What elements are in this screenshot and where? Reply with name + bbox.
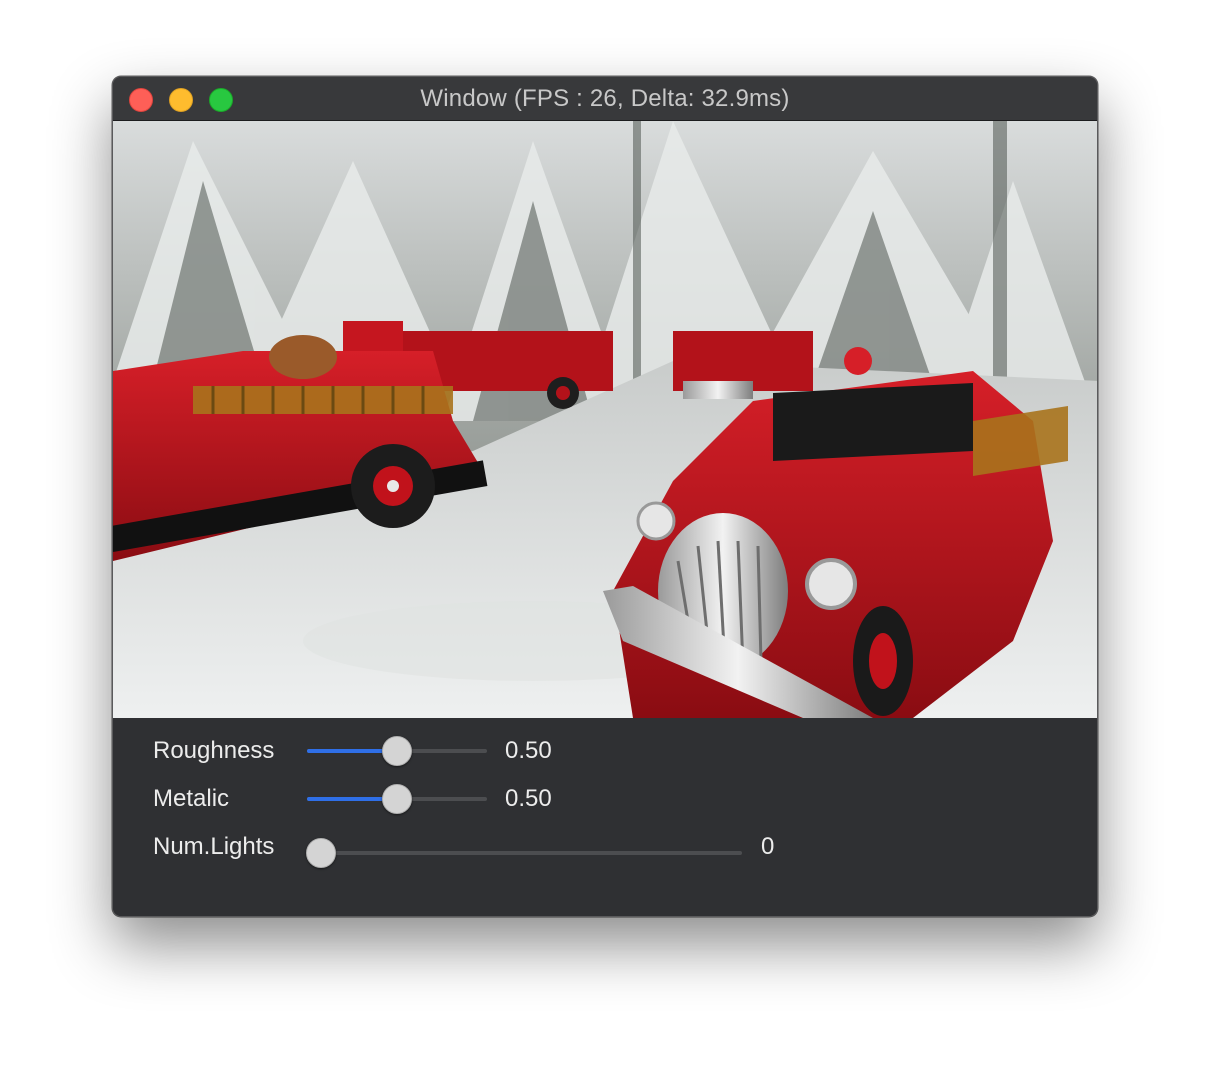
window-title: Window (FPS : 26, Delta: 32.9ms) — [420, 85, 790, 112]
num-lights-label: Num.Lights — [153, 833, 275, 860]
num-lights-value: 0 — [761, 833, 775, 860]
num-lights-slider[interactable] — [307, 851, 742, 855]
distant-truck — [673, 331, 813, 399]
app-window: Window (FPS : 26, Delta: 32.9ms) Roughne… — [112, 76, 1098, 917]
metalic-label: Metalic — [153, 785, 230, 812]
roughness-label: Roughness — [153, 737, 275, 764]
roughness-slider-thumb[interactable] — [382, 736, 412, 766]
metalic-slider-thumb[interactable] — [382, 784, 412, 814]
render-viewport[interactable] — [113, 121, 1097, 718]
roughness-value: 0.50 — [505, 737, 552, 764]
metalic-value: 0.50 — [505, 785, 552, 812]
controls-panel: Roughness 0.50 Metalic 0.50 Num.Lights 0 — [113, 718, 1097, 916]
scene-render — [113, 121, 1097, 718]
num-lights-slider-thumb[interactable] — [306, 838, 336, 868]
title-bar[interactable]: Window (FPS : 26, Delta: 32.9ms) — [113, 77, 1097, 121]
